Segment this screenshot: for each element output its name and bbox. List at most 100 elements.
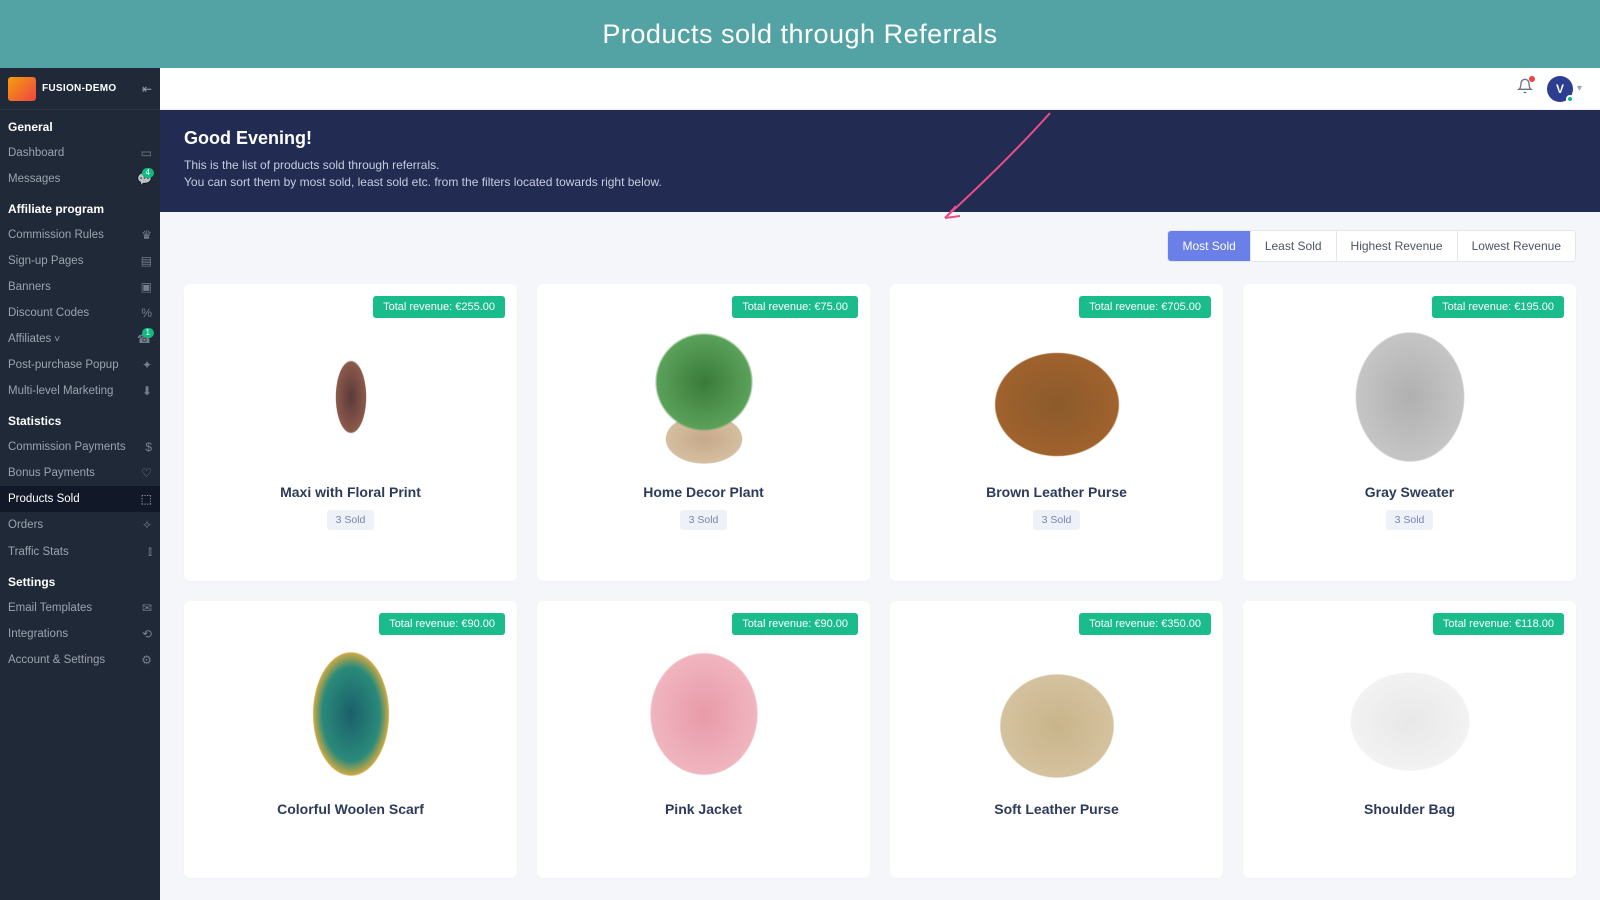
revenue-badge: Total revenue: €118.00 <box>1433 613 1564 635</box>
filter-highest-revenue[interactable]: Highest Revenue <box>1337 231 1458 261</box>
page-title: Good Evening! <box>184 128 1576 149</box>
sidebar-item-account-settings[interactable]: Account & Settings ⚙ <box>0 647 160 673</box>
sidebar-item-label: Bonus Payments <box>8 467 95 479</box>
revenue-badge: Total revenue: €255.00 <box>373 296 505 318</box>
sidebar-item-label: Traffic Stats <box>8 546 69 558</box>
commission-payments-icon: $ <box>145 440 152 454</box>
sidebar-item-commission-rules[interactable]: Commission Rules♛ <box>0 222 160 248</box>
sidebar-item-label: Banners <box>8 281 51 293</box>
product-card[interactable]: Total revenue: €195.00Gray Sweater3 Sold <box>1243 284 1576 581</box>
sold-badge: 3 Sold <box>680 510 728 530</box>
integrations-icon: ⟲ <box>142 627 152 641</box>
orders-icon: ✧ <box>142 518 152 532</box>
sidebar-item-label: Post-purchase Popup <box>8 359 119 371</box>
badge: 1 <box>142 328 154 338</box>
sidebar-item-label: Account & Settings <box>8 654 105 666</box>
product-card[interactable]: Total revenue: €705.00 Brown Leather Purs… <box>890 284 1223 581</box>
page-description-1: This is the list of products sold throug… <box>184 157 1576 174</box>
revenue-badge: Total revenue: €705.00 <box>1079 296 1211 318</box>
collapse-icon[interactable]: ⇤ <box>142 82 152 96</box>
email-templates-icon: ✉ <box>142 601 152 615</box>
product-image <box>276 639 426 789</box>
user-menu[interactable]: V ▾ <box>1547 76 1582 102</box>
sidebar-item-orders[interactable]: Orders ✧ <box>0 512 160 538</box>
sidebar-section-title: Statistics <box>0 404 160 434</box>
sidebar-item-label: Integrations <box>8 628 68 640</box>
product-name: Brown Leather Purse <box>986 484 1127 500</box>
product-image <box>629 322 779 472</box>
products-sold-icon: ⬚ <box>141 492 152 506</box>
product-name: Soft Leather Purse <box>994 801 1118 817</box>
sidebar-item-messages[interactable]: Messages💬4 <box>0 166 160 192</box>
sidebar-item-email-templates[interactable]: Email Templates✉ <box>0 595 160 621</box>
product-image <box>1335 322 1485 472</box>
filter-lowest-revenue[interactable]: Lowest Revenue <box>1458 231 1575 261</box>
commission-rules-icon: ♛ <box>141 228 152 242</box>
sidebar-item-affiliates[interactable]: Affiliates ˅☎1 <box>0 326 160 352</box>
product-card[interactable]: Total revenue: €350.00 Soft Leather Purse <box>890 601 1223 878</box>
presence-dot <box>1566 95 1574 103</box>
sidebar-section-title: Settings <box>0 565 160 595</box>
revenue-badge: Total revenue: €90.00 <box>379 613 505 635</box>
product-card[interactable]: Total revenue: €90.00 Pink Jacket <box>537 601 870 878</box>
product-card[interactable]: Total revenue: €90.00Colorful Woolen Sca… <box>184 601 517 878</box>
filter-most-sold[interactable]: Most Sold <box>1168 231 1250 261</box>
page-hero: Good Evening! This is the list of produc… <box>160 110 1600 212</box>
product-name: Pink Jacket <box>665 801 742 817</box>
banners-icon: ▣ <box>141 280 152 294</box>
sidebar-item-products-sold[interactable]: Products Sold⬚ <box>0 486 160 512</box>
product-grid: Total revenue: €255.00Maxi with Floral P… <box>160 262 1600 900</box>
chevron-down-icon: ▾ <box>1577 83 1582 94</box>
product-image <box>1335 639 1485 789</box>
sold-badge: 3 Sold <box>327 510 375 530</box>
annotation-title: Products sold through Referrals <box>602 19 997 50</box>
topbar: V ▾ <box>160 68 1600 110</box>
product-image <box>982 639 1132 789</box>
traffic-stats-icon: ⫾ <box>148 544 152 559</box>
product-name: Shoulder Bag <box>1364 801 1455 817</box>
sidebar-item-multi-level-marketing[interactable]: Multi-level Marketing ⬇ <box>0 378 160 404</box>
sidebar-section-title: General <box>0 110 160 140</box>
product-image <box>276 322 426 472</box>
revenue-badge: Total revenue: €350.00 <box>1079 613 1211 635</box>
sidebar-item-commission-payments[interactable]: Commission Payments$ <box>0 434 160 460</box>
sidebar-item-bonus-payments[interactable]: Bonus Payments♡ <box>0 460 160 486</box>
product-card[interactable]: Total revenue: €118.00 Shoulder Bag <box>1243 601 1576 878</box>
multi-level-marketing-icon: ⬇ <box>142 384 152 398</box>
sidebar-item-label: Multi-level Marketing <box>8 385 113 397</box>
product-name: Gray Sweater <box>1365 484 1455 500</box>
sidebar-header: FUSION-DEMO ⇤ <box>0 68 160 110</box>
sign-up-pages-icon: ▤ <box>141 254 152 268</box>
sold-badge: 3 Sold <box>1386 510 1434 530</box>
avatar-initial: V <box>1556 82 1564 96</box>
product-name: Home Decor Plant <box>643 484 764 500</box>
sidebar-item-banners[interactable]: Banners ▣ <box>0 274 160 300</box>
sidebar: FUSION-DEMO ⇤ GeneralDashboard▭Messages💬… <box>0 68 160 900</box>
page-description-2: You can sort them by most sold, least so… <box>184 174 1576 191</box>
sidebar-item-label: Discount Codes <box>8 307 89 319</box>
bell-icon <box>1517 81 1533 98</box>
sold-badge: 3 Sold <box>1033 510 1081 530</box>
account-settings-icon: ⚙ <box>141 653 152 667</box>
sidebar-item-integrations[interactable]: Integrations ⟲ <box>0 621 160 647</box>
sidebar-item-label: Messages <box>8 173 60 185</box>
avatar: V <box>1547 76 1573 102</box>
sidebar-item-label: Affiliates <box>8 333 51 345</box>
filter-bar: Most SoldLeast SoldHighest RevenueLowest… <box>160 212 1600 262</box>
sidebar-item-label: Orders <box>8 519 43 531</box>
notifications-button[interactable] <box>1517 78 1533 99</box>
revenue-badge: Total revenue: €90.00 <box>732 613 858 635</box>
sidebar-item-dashboard[interactable]: Dashboard▭ <box>0 140 160 166</box>
sidebar-item-traffic-stats[interactable]: Traffic Stats ⫾ <box>0 538 160 565</box>
discount-codes-icon: % <box>141 306 152 320</box>
dashboard-icon: ▭ <box>141 146 152 160</box>
revenue-badge: Total revenue: €75.00 <box>732 296 858 318</box>
product-card[interactable]: Total revenue: €75.00 Home Decor Plant 3 S… <box>537 284 870 581</box>
filter-least-sold[interactable]: Least Sold <box>1251 231 1337 261</box>
sidebar-item-post-purchase-popup[interactable]: Post-purchase Popup✦ <box>0 352 160 378</box>
sidebar-item-discount-codes[interactable]: Discount Codes% <box>0 300 160 326</box>
brand-logo <box>8 77 36 101</box>
product-card[interactable]: Total revenue: €255.00Maxi with Floral P… <box>184 284 517 581</box>
notification-dot <box>1529 76 1535 82</box>
sidebar-item-sign-up-pages[interactable]: Sign-up Pages▤ <box>0 248 160 274</box>
